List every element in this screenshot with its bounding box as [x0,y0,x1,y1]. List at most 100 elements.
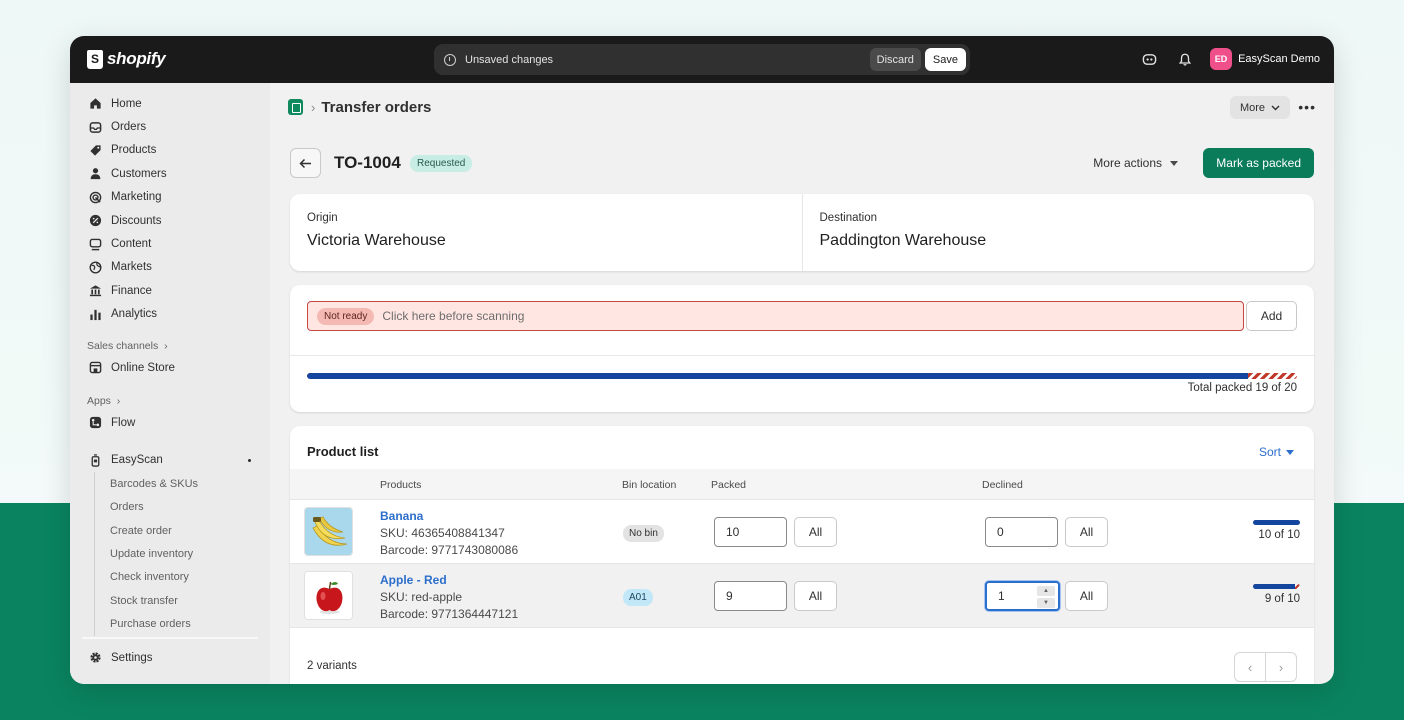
mark-as-packed-button[interactable]: Mark as packed [1203,148,1314,178]
destination-value: Paddington Warehouse [819,232,987,249]
more-button[interactable]: More [1229,96,1290,119]
store-name[interactable]: EasyScan Demo [1238,53,1320,65]
next-page-button[interactable]: › [1265,653,1296,681]
sidebar-item-home[interactable]: Home [70,92,270,115]
quantity-stepper[interactable]: ▲ ▼ [1037,586,1055,608]
caret-down-icon [1170,160,1178,166]
sidebar-item-easyscan[interactable]: EasyScan [70,449,270,472]
sidekick-icon[interactable] [1138,48,1160,70]
sidebar-item-label: Markets [111,261,152,274]
pagination: ‹ › [1234,652,1297,682]
more-actions-button[interactable]: More actions [1093,156,1178,170]
easyscan-sub-create-order[interactable]: Create order [70,518,270,543]
sidebar-item-analytics[interactable]: Analytics [70,303,270,326]
sort-button[interactable]: Sort [1259,445,1294,459]
previous-page-button[interactable]: ‹ [1235,653,1265,681]
sidebar-item-orders[interactable]: Orders [70,115,270,138]
stepper-up-icon[interactable]: ▲ [1037,586,1055,596]
inbox-icon [88,120,102,134]
easyscan-app-icon[interactable] [288,99,303,115]
packed-quantity-input[interactable]: 9 [714,581,787,611]
banana-image[interactable] [304,507,353,556]
origin-value: Victoria Warehouse [307,232,446,249]
sidebar-item-markets[interactable]: Markets [70,256,270,279]
scan-card: Not ready Click here before scanning Add… [290,285,1314,412]
packed-quantity-input[interactable]: 10 [714,517,787,547]
easyscan-sub-purchase-orders[interactable]: Purchase orders [70,612,270,637]
overflow-menu-icon[interactable]: ••• [1298,99,1316,115]
product-sku: SKU: 46365408841347 [380,526,505,540]
easyscan-sub-stock-transfer[interactable]: Stock transfer [70,589,270,613]
easyscan-sub-barcodes[interactable]: Barcodes & SKUs [70,472,270,496]
back-button[interactable] [290,148,321,178]
page-title: Transfer orders [321,98,432,116]
sidebar-item-flow[interactable]: Flow [70,411,270,434]
bin-location-badge: No bin [623,525,664,542]
shopify-logo[interactable]: shopify [87,49,166,69]
packed-all-button[interactable]: All [794,581,837,611]
sidebar-item-label: Products [111,144,157,157]
bin-location-badge: A01 [623,589,653,606]
top-bar: shopify Unsaved changes Discard Save ED … [70,36,1334,83]
more-label: More [1239,101,1265,114]
sidebar-item-finance[interactable]: Finance [70,279,270,302]
header-packed: Packed [711,479,747,491]
store-icon [88,361,102,375]
sidebar-item-discounts[interactable]: Discounts [70,209,270,232]
table-header: Products Bin location Packed Declined [290,469,1314,500]
sidebar-item-marketing[interactable]: Marketing [70,186,270,209]
header-products: Products [380,479,422,491]
apps-section[interactable]: Apps › [70,391,270,411]
scan-input[interactable]: Not ready Click here before scanning [307,301,1244,331]
tag-icon [88,143,102,157]
scan-placeholder: Click here before scanning [382,309,525,323]
declined-quantity-input[interactable]: 0 [985,517,1058,547]
sales-channels-section[interactable]: Sales channels › [70,336,270,356]
unsaved-message: Unsaved changes [465,53,554,66]
sidebar-item-label: Discounts [111,214,162,227]
add-button[interactable]: Add [1246,301,1297,331]
sidebar-item-products[interactable]: Products [70,139,270,162]
bell-icon[interactable] [1174,48,1196,70]
product-name-link[interactable]: Banana [380,509,423,523]
sort-label: Sort [1258,445,1281,459]
row-packed-count: 9 of 10 [1264,593,1300,605]
save-button[interactable]: Save [924,48,966,71]
product-list-card: Product list Sort Products Bin location … [290,426,1314,684]
person-icon [88,167,102,181]
locations-card: Origin Victoria Warehouse Destination Pa… [290,194,1314,271]
table-row: Apple - Red SKU: red-apple Barcode: 9771… [290,564,1314,628]
discard-button[interactable]: Discard [869,48,921,71]
bank-icon [88,284,102,298]
chevron-right-icon: › [164,339,168,352]
total-progress-fill [307,373,1248,379]
stepper-down-icon[interactable]: ▼ [1037,598,1055,608]
declined-all-button[interactable]: All [1065,581,1108,611]
product-barcode: Barcode: 9771364447121 [380,607,519,621]
product-barcode: Barcode: 9771743080086 [380,543,519,557]
packed-all-button[interactable]: All [794,517,837,547]
home-icon [88,97,102,111]
row-progress-fill [1253,584,1296,589]
sidebar-item-label: Flow [111,416,136,429]
avatar[interactable]: ED [1210,48,1233,70]
easyscan-sub-check-inventory[interactable]: Check inventory [70,565,270,590]
sidebar-item-label: Analytics [111,308,158,321]
destination-section: Destination Paddington Warehouse [801,194,1315,271]
declined-all-button[interactable]: All [1065,517,1108,547]
easyscan-sub-orders[interactable]: Orders [70,495,270,520]
product-name-link[interactable]: Apple - Red [380,573,447,587]
chart-bar-icon [88,307,102,321]
easyscan-sub-update-inventory[interactable]: Update inventory [70,542,270,567]
sidebar-item-customers[interactable]: Customers [70,162,270,185]
chevron-left-icon: ‹ [1247,659,1253,675]
info-icon [444,53,456,66]
app-window: shopify Unsaved changes Discard Save ED … [70,36,1334,684]
sidebar-item-settings[interactable]: Settings [70,646,270,669]
sidebar-item-content[interactable]: Content [70,232,270,255]
row-packed-count: 10 of 10 [1258,529,1300,541]
sidebar-item-online-store[interactable]: Online Store [70,356,270,379]
sidebar: Home Orders Products Customers Marketing… [70,83,270,684]
declined-quantity-input[interactable]: 1 ▲ ▼ [985,581,1060,611]
apple-image[interactable] [304,571,353,620]
